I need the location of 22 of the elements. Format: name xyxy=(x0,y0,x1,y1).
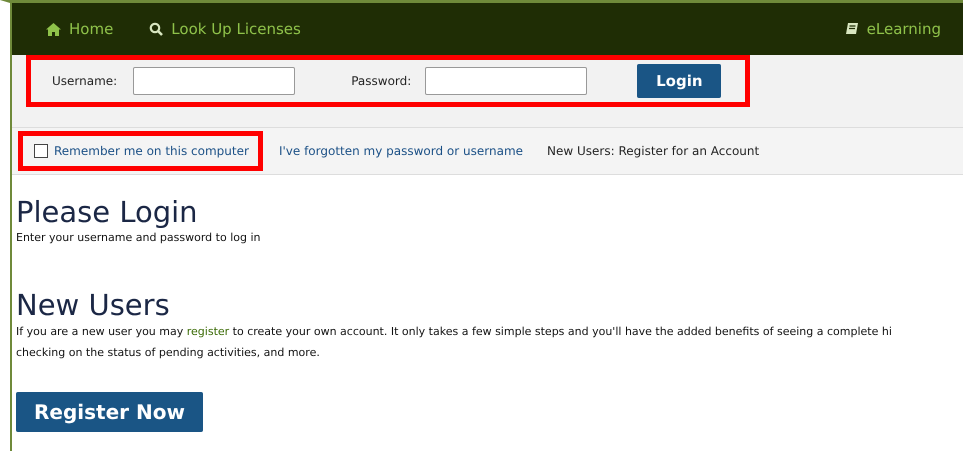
username-label: Username: xyxy=(52,74,118,88)
intro-paragraph: If you are a new user you may register to create your own account. It only takes a few simple steps and you'll have the added benefits of seeing a complete hi xyxy=(16,324,893,339)
remember-checkbox[interactable] xyxy=(34,144,48,158)
nav-link[interactable]: eLearning xyxy=(844,20,941,38)
intro-paragraph: checking on the status of pending activities, and more. xyxy=(16,345,321,360)
login-button[interactable]: Login xyxy=(637,64,722,98)
nav-link[interactable]: Look Up Licenses xyxy=(149,20,301,38)
remember-label[interactable]: Remember me on this computer xyxy=(54,144,249,158)
register-now-button[interactable]: Register Now xyxy=(16,392,203,432)
username-field[interactable] xyxy=(133,67,296,95)
password-field[interactable] xyxy=(425,67,588,95)
page-heading: Please Login xyxy=(16,195,199,229)
search-icon xyxy=(149,22,164,36)
forgot-password-link[interactable]: I've forgotten my password or username xyxy=(278,144,524,158)
register-account-link[interactable]: New Users: Register for an Account xyxy=(547,144,760,158)
nav-link[interactable]: Home xyxy=(46,20,114,38)
register-link[interactable]: register xyxy=(186,325,230,338)
book-icon xyxy=(844,22,859,36)
password-label: Password: xyxy=(351,74,412,88)
home-icon xyxy=(46,22,61,36)
section-heading: New Users xyxy=(16,288,171,322)
instruction-text: Enter your username and password to log in xyxy=(16,231,262,244)
